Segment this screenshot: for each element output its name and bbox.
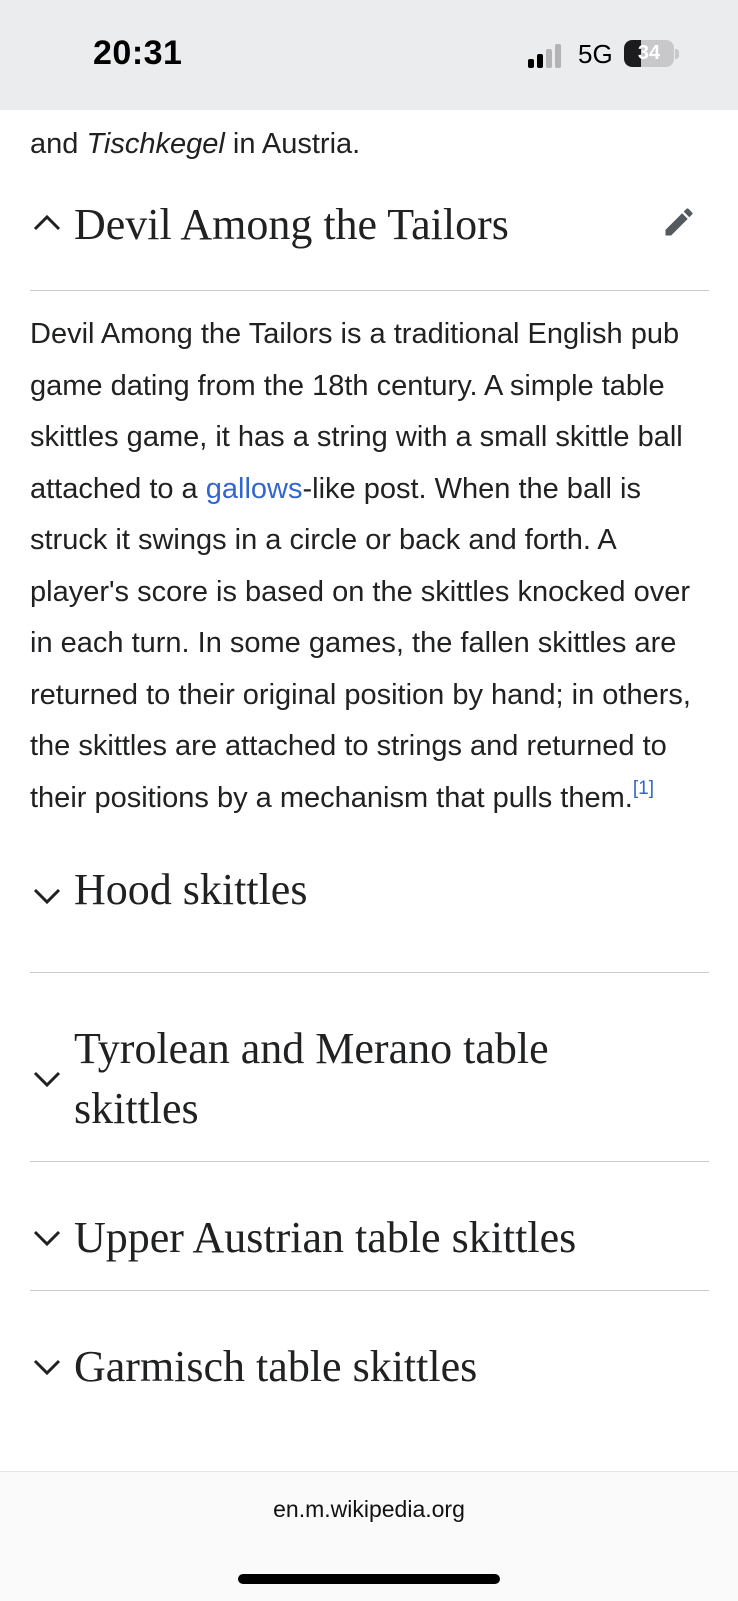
italic-term: Tischkegel	[86, 128, 225, 160]
section-header[interactable]: Hood skittles	[30, 856, 709, 920]
section-devil-among-the-tailors: Devil Among the Tailors	[30, 198, 709, 291]
section-header[interactable]: Tyrolean and Merano table skittles	[30, 973, 709, 1139]
network-type: 5G	[578, 39, 613, 69]
chevron-down-icon	[32, 1357, 62, 1377]
link-gallows[interactable]: gallows	[206, 473, 303, 505]
chevron-down-icon	[32, 886, 62, 906]
chevron-down-icon	[32, 1069, 62, 1089]
url-bar[interactable]: en.m.wikipedia.org	[0, 1496, 738, 1523]
section-header[interactable]: Devil Among the Tailors	[30, 198, 709, 280]
section-title: Garmisch table skittles	[74, 1342, 478, 1391]
section-header[interactable]: Upper Austrian table skittles	[30, 1162, 709, 1268]
section-title: Devil Among the Tailors	[74, 200, 509, 249]
battery-icon: 34	[624, 40, 674, 67]
section-title: Tyrolean and Merano table skittles	[74, 1024, 549, 1133]
section-tyrolean-merano: Tyrolean and Merano table skittles	[30, 973, 709, 1162]
paragraph-fragment: and Tischkegel in Austria.	[30, 128, 361, 160]
cellular-signal-icon	[528, 44, 564, 68]
article-content: and Tischkegel in Austria. Devil Among t…	[30, 110, 709, 1419]
section-hood-skittles: Hood skittles	[30, 856, 709, 973]
browser-bottom-bar: en.m.wikipedia.org	[0, 1471, 738, 1601]
section-title: Upper Austrian table skittles	[74, 1213, 577, 1262]
status-time: 20:31	[93, 34, 183, 72]
section-upper-austrian: Upper Austrian table skittles	[30, 1162, 709, 1291]
section-header[interactable]: Garmisch table skittles	[30, 1291, 709, 1397]
pencil-icon[interactable]	[661, 204, 697, 240]
section-body: Devil Among the Tailors is a traditional…	[30, 318, 691, 814]
status-bar: 20:31 5G 34	[0, 0, 738, 110]
chevron-up-icon	[32, 213, 62, 233]
section-garmisch: Garmisch table skittles	[30, 1291, 709, 1419]
section-title: Hood skittles	[74, 865, 308, 914]
chevron-down-icon	[32, 1228, 62, 1248]
battery-level: 34	[637, 42, 661, 64]
reference-link[interactable]: [1]	[633, 778, 654, 799]
home-indicator[interactable]	[238, 1574, 500, 1584]
